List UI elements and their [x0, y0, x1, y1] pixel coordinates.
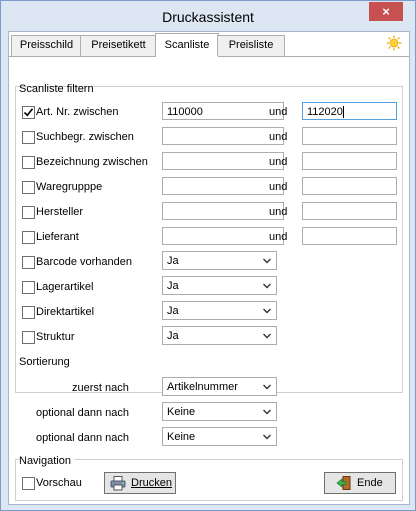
window-title: Druckassistent — [162, 9, 254, 25]
chevron-down-icon — [263, 283, 271, 289]
print-button-label: Drucken — [131, 477, 172, 489]
und-label: und — [269, 156, 288, 168]
print-button[interactable]: Drucken — [104, 472, 176, 494]
checkbox-vorschau[interactable] — [22, 477, 35, 490]
warengruppe-from-input[interactable] — [162, 177, 284, 195]
und-label: und — [269, 106, 288, 118]
chevron-down-icon — [263, 333, 271, 339]
chevron-down-icon — [263, 308, 271, 314]
label-bezeichnung: Bezeichnung zwischen — [36, 156, 148, 168]
sort-third-label: optional dann nach — [36, 432, 129, 444]
und-label: und — [269, 181, 288, 193]
artnr-to-input[interactable]: 112020 — [302, 102, 397, 120]
suchbegr-from-input[interactable] — [162, 127, 284, 145]
label-struktur: Struktur — [36, 331, 75, 343]
checkbox-direktartikel[interactable] — [22, 306, 35, 319]
end-button[interactable]: Ende — [324, 472, 396, 494]
checkbox-barcode[interactable] — [22, 256, 35, 269]
tab-preisetikett[interactable]: Preisetikett — [80, 35, 157, 56]
checkbox-struktur[interactable] — [22, 331, 35, 344]
checkbox-lieferant[interactable] — [22, 231, 35, 244]
sort-first-label: zuerst nach — [72, 382, 129, 394]
filter-group-title: Scanliste filtern — [19, 83, 94, 95]
warengruppe-to-input[interactable] — [302, 177, 397, 195]
hersteller-from-input[interactable] — [162, 202, 284, 220]
tab-strip: Preisschild Preisetikett Scanliste Preis… — [9, 32, 409, 57]
sort-first-dropdown[interactable]: Artikelnummer — [162, 377, 277, 396]
label-direktartikel: Direktartikel — [36, 306, 95, 318]
label-hersteller: Hersteller — [36, 206, 84, 218]
chevron-down-icon — [263, 434, 271, 440]
und-label: und — [269, 131, 288, 143]
label-vorschau: Vorschau — [36, 477, 82, 489]
checkbox-lagerartikel[interactable] — [22, 281, 35, 294]
lagerartikel-dropdown[interactable]: Ja — [162, 276, 277, 295]
chevron-down-icon — [263, 384, 271, 390]
checkbox-artnr[interactable] — [22, 106, 35, 119]
artnr-from-input[interactable]: 110000 — [162, 102, 284, 120]
tab-preisliste[interactable]: Preisliste — [217, 35, 285, 56]
bezeichnung-from-input[interactable] — [162, 152, 284, 170]
lieferant-from-input[interactable] — [162, 227, 284, 245]
tab-preisschild[interactable]: Preisschild — [11, 35, 82, 56]
und-label: und — [269, 231, 288, 243]
hersteller-to-input[interactable] — [302, 202, 397, 220]
checkbox-bezeichnung[interactable] — [22, 156, 35, 169]
sort-second-dropdown[interactable]: Keine — [162, 402, 277, 421]
barcode-dropdown[interactable]: Ja — [162, 251, 277, 270]
tab-scanliste[interactable]: Scanliste — [155, 33, 219, 57]
label-suchbegr: Suchbegr. zwischen — [36, 131, 134, 143]
checkbox-warengruppe[interactable] — [22, 181, 35, 194]
label-lieferant: Lieferant — [36, 231, 79, 243]
lieferant-to-input[interactable] — [302, 227, 397, 245]
printer-icon — [110, 476, 126, 491]
sort-third-dropdown[interactable]: Keine — [162, 427, 277, 446]
end-button-label: Ende — [357, 477, 383, 489]
struktur-dropdown[interactable]: Ja — [162, 326, 277, 345]
bezeichnung-to-input[interactable] — [302, 152, 397, 170]
exit-door-icon — [336, 476, 351, 490]
dialog-body: Preisschild Preisetikett Scanliste Preis… — [8, 31, 410, 505]
chevron-down-icon — [263, 409, 271, 415]
dialog-window: Druckassistent × Preisschild Preisetiket… — [0, 0, 416, 511]
scanliste-panel: Scanliste filtern Art. Nr. zwischen 1100… — [9, 57, 409, 504]
title-bar: Druckassistent × — [1, 1, 415, 31]
label-warengruppe: Waregrupppe — [36, 181, 103, 193]
sort-group-title: Sortierung — [19, 356, 70, 368]
navigation-group-title: Navigation — [19, 455, 74, 467]
close-button[interactable]: × — [369, 2, 403, 21]
label-lagerartikel: Lagerartikel — [36, 281, 94, 293]
sun-icon — [386, 35, 402, 51]
sort-second-label: optional dann nach — [36, 407, 129, 419]
label-barcode: Barcode vorhanden — [36, 256, 133, 268]
und-label: und — [269, 206, 288, 218]
checkbox-hersteller[interactable] — [22, 206, 35, 219]
label-artnr: Art. Nr. zwischen — [36, 106, 119, 118]
suchbegr-to-input[interactable] — [302, 127, 397, 145]
direktartikel-dropdown[interactable]: Ja — [162, 301, 277, 320]
chevron-down-icon — [263, 258, 271, 264]
checkbox-suchbegr[interactable] — [22, 131, 35, 144]
